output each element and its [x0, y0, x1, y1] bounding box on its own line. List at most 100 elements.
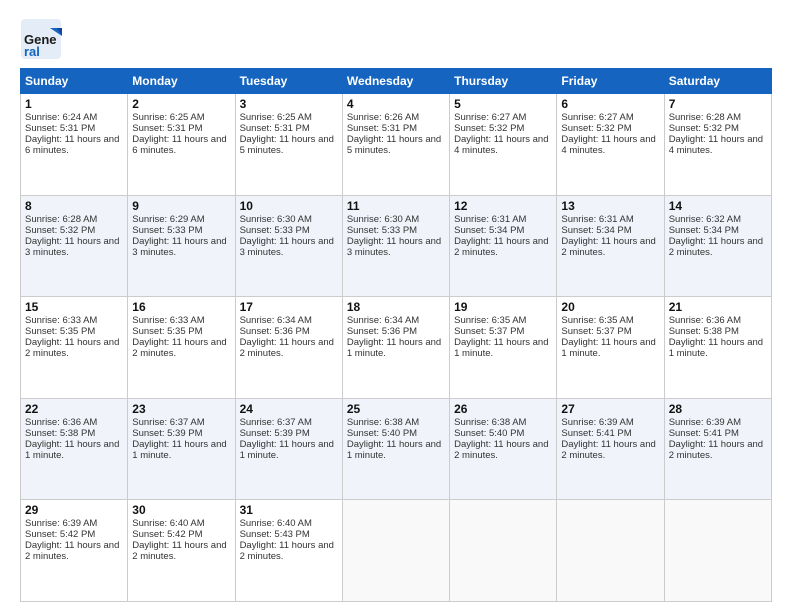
daylight-text: Daylight: 11 hours and 2 minutes.	[454, 236, 548, 258]
sunset-text: Sunset: 5:39 PM	[132, 428, 202, 439]
daylight-text: Daylight: 11 hours and 1 minute.	[347, 337, 441, 359]
page: Gene ral SundayMondayTuesdayWednesdayThu…	[0, 0, 792, 612]
day-number: 13	[561, 199, 659, 213]
sunset-text: Sunset: 5:33 PM	[132, 225, 202, 236]
daylight-text: Daylight: 11 hours and 2 minutes.	[454, 439, 548, 461]
day-number: 27	[561, 402, 659, 416]
logo: Gene ral	[20, 18, 65, 60]
calendar-cell: 31Sunrise: 6:40 AMSunset: 5:43 PMDayligh…	[235, 500, 342, 602]
day-number: 8	[25, 199, 123, 213]
daylight-text: Daylight: 11 hours and 1 minute.	[561, 337, 655, 359]
sunrise-text: Sunrise: 6:39 AM	[561, 417, 633, 428]
calendar-cell: 23Sunrise: 6:37 AMSunset: 5:39 PMDayligh…	[128, 398, 235, 500]
day-number: 29	[25, 503, 123, 517]
calendar-cell: 17Sunrise: 6:34 AMSunset: 5:36 PMDayligh…	[235, 297, 342, 399]
week-row-3: 15Sunrise: 6:33 AMSunset: 5:35 PMDayligh…	[21, 297, 772, 399]
sunrise-text: Sunrise: 6:31 AM	[454, 214, 526, 225]
sunrise-text: Sunrise: 6:36 AM	[669, 315, 741, 326]
sunset-text: Sunset: 5:33 PM	[240, 225, 310, 236]
day-number: 2	[132, 97, 230, 111]
daylight-text: Daylight: 11 hours and 2 minutes.	[561, 236, 655, 258]
calendar-cell	[664, 500, 771, 602]
day-number: 4	[347, 97, 445, 111]
day-number: 11	[347, 199, 445, 213]
daylight-text: Daylight: 11 hours and 4 minutes.	[669, 134, 763, 156]
daylight-text: Daylight: 11 hours and 2 minutes.	[25, 540, 119, 562]
daylight-text: Daylight: 11 hours and 3 minutes.	[132, 236, 226, 258]
sunset-text: Sunset: 5:37 PM	[454, 326, 524, 337]
calendar-cell: 5Sunrise: 6:27 AMSunset: 5:32 PMDaylight…	[450, 94, 557, 196]
daylight-text: Daylight: 11 hours and 2 minutes.	[240, 540, 334, 562]
sunset-text: Sunset: 5:31 PM	[347, 123, 417, 134]
daylight-text: Daylight: 11 hours and 4 minutes.	[454, 134, 548, 156]
daylight-text: Daylight: 11 hours and 2 minutes.	[240, 337, 334, 359]
day-number: 5	[454, 97, 552, 111]
day-number: 24	[240, 402, 338, 416]
sunset-text: Sunset: 5:35 PM	[25, 326, 95, 337]
calendar-cell: 14Sunrise: 6:32 AMSunset: 5:34 PMDayligh…	[664, 195, 771, 297]
daylight-text: Daylight: 11 hours and 2 minutes.	[669, 439, 763, 461]
day-header-friday: Friday	[557, 69, 664, 94]
daylight-text: Daylight: 11 hours and 3 minutes.	[347, 236, 441, 258]
day-number: 10	[240, 199, 338, 213]
sunrise-text: Sunrise: 6:38 AM	[347, 417, 419, 428]
day-header-saturday: Saturday	[664, 69, 771, 94]
sunset-text: Sunset: 5:41 PM	[561, 428, 631, 439]
daylight-text: Daylight: 11 hours and 6 minutes.	[132, 134, 226, 156]
sunrise-text: Sunrise: 6:36 AM	[25, 417, 97, 428]
sunset-text: Sunset: 5:42 PM	[132, 529, 202, 540]
sunset-text: Sunset: 5:33 PM	[347, 225, 417, 236]
sunset-text: Sunset: 5:42 PM	[25, 529, 95, 540]
day-number: 1	[25, 97, 123, 111]
sunset-text: Sunset: 5:32 PM	[25, 225, 95, 236]
day-number: 19	[454, 300, 552, 314]
sunrise-text: Sunrise: 6:33 AM	[132, 315, 204, 326]
day-number: 21	[669, 300, 767, 314]
sunrise-text: Sunrise: 6:37 AM	[240, 417, 312, 428]
week-row-4: 22Sunrise: 6:36 AMSunset: 5:38 PMDayligh…	[21, 398, 772, 500]
calendar-cell	[450, 500, 557, 602]
calendar-cell: 3Sunrise: 6:25 AMSunset: 5:31 PMDaylight…	[235, 94, 342, 196]
sunrise-text: Sunrise: 6:30 AM	[240, 214, 312, 225]
sunrise-text: Sunrise: 6:25 AM	[240, 112, 312, 123]
daylight-text: Daylight: 11 hours and 2 minutes.	[669, 236, 763, 258]
daylight-text: Daylight: 11 hours and 1 minute.	[669, 337, 763, 359]
sunrise-text: Sunrise: 6:28 AM	[669, 112, 741, 123]
sunset-text: Sunset: 5:40 PM	[347, 428, 417, 439]
day-number: 25	[347, 402, 445, 416]
sunrise-text: Sunrise: 6:27 AM	[561, 112, 633, 123]
sunrise-text: Sunrise: 6:38 AM	[454, 417, 526, 428]
calendar-cell: 6Sunrise: 6:27 AMSunset: 5:32 PMDaylight…	[557, 94, 664, 196]
calendar-cell: 12Sunrise: 6:31 AMSunset: 5:34 PMDayligh…	[450, 195, 557, 297]
calendar-cell: 1Sunrise: 6:24 AMSunset: 5:31 PMDaylight…	[21, 94, 128, 196]
daylight-text: Daylight: 11 hours and 5 minutes.	[347, 134, 441, 156]
sunset-text: Sunset: 5:31 PM	[132, 123, 202, 134]
calendar-cell: 28Sunrise: 6:39 AMSunset: 5:41 PMDayligh…	[664, 398, 771, 500]
day-header-sunday: Sunday	[21, 69, 128, 94]
week-row-1: 1Sunrise: 6:24 AMSunset: 5:31 PMDaylight…	[21, 94, 772, 196]
day-header-tuesday: Tuesday	[235, 69, 342, 94]
daylight-text: Daylight: 11 hours and 6 minutes.	[25, 134, 119, 156]
day-number: 17	[240, 300, 338, 314]
calendar-cell	[557, 500, 664, 602]
sunrise-text: Sunrise: 6:29 AM	[132, 214, 204, 225]
sunrise-text: Sunrise: 6:39 AM	[669, 417, 741, 428]
daylight-text: Daylight: 11 hours and 1 minute.	[25, 439, 119, 461]
daylight-text: Daylight: 11 hours and 2 minutes.	[561, 439, 655, 461]
daylight-text: Daylight: 11 hours and 4 minutes.	[561, 134, 655, 156]
calendar-cell: 20Sunrise: 6:35 AMSunset: 5:37 PMDayligh…	[557, 297, 664, 399]
sunset-text: Sunset: 5:32 PM	[454, 123, 524, 134]
day-number: 18	[347, 300, 445, 314]
sunset-text: Sunset: 5:31 PM	[240, 123, 310, 134]
day-number: 3	[240, 97, 338, 111]
daylight-text: Daylight: 11 hours and 3 minutes.	[25, 236, 119, 258]
calendar-cell: 29Sunrise: 6:39 AMSunset: 5:42 PMDayligh…	[21, 500, 128, 602]
sunset-text: Sunset: 5:37 PM	[561, 326, 631, 337]
sunset-text: Sunset: 5:34 PM	[454, 225, 524, 236]
sunrise-text: Sunrise: 6:34 AM	[240, 315, 312, 326]
week-row-5: 29Sunrise: 6:39 AMSunset: 5:42 PMDayligh…	[21, 500, 772, 602]
day-header-wednesday: Wednesday	[342, 69, 449, 94]
calendar-cell	[342, 500, 449, 602]
calendar-cell: 27Sunrise: 6:39 AMSunset: 5:41 PMDayligh…	[557, 398, 664, 500]
day-number: 16	[132, 300, 230, 314]
